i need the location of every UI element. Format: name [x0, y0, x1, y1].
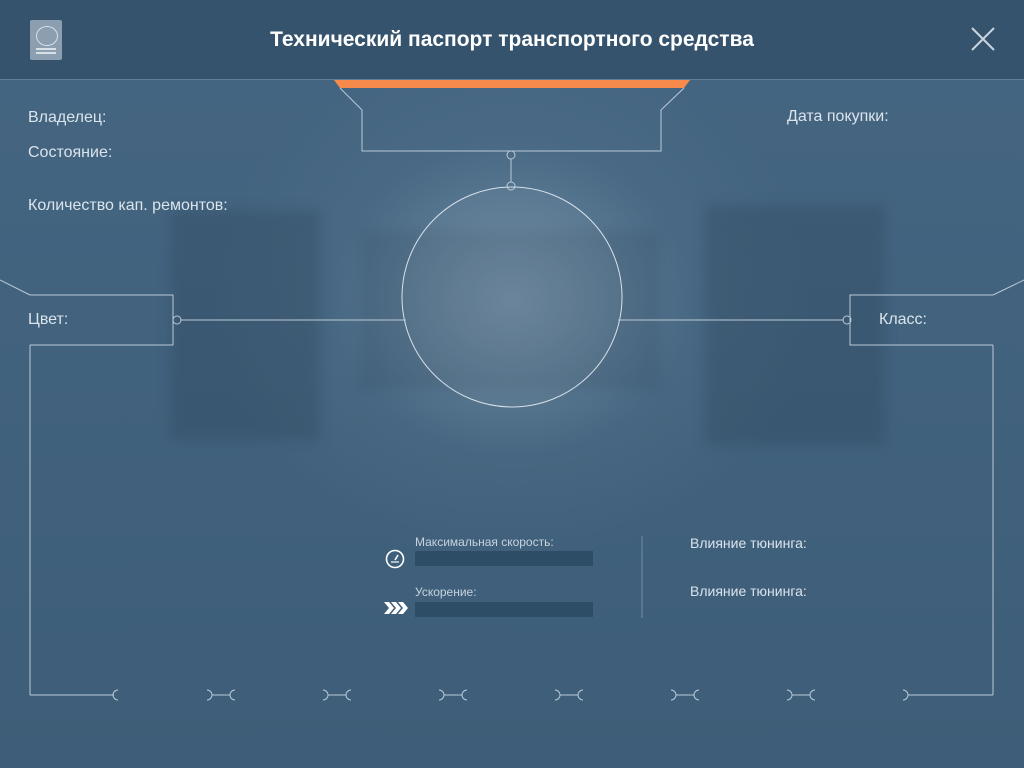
speedometer-icon [385, 549, 405, 574]
condition-label: Состояние: [28, 144, 113, 161]
acceleration-bar [415, 602, 593, 617]
max-speed-label: Максимальная скорость: [415, 535, 554, 549]
color-label: Цвет: [28, 311, 69, 328]
vehicle-photo-circle [401, 186, 623, 408]
class-label: Класс: [879, 311, 927, 328]
acceleration-label: Ускорение: [415, 585, 477, 599]
tuning-acceleration-label: Влияние тюнинга: [690, 583, 807, 599]
tuning-speed-label: Влияние тюнинга: [690, 535, 807, 551]
accent-bar [334, 80, 690, 88]
repairs-count-label: Количество кап. ремонтов: [28, 197, 228, 214]
purchase-date-label: Дата покупки: [787, 108, 889, 125]
chevrons-right-icon [384, 601, 408, 620]
max-speed-bar [415, 551, 593, 566]
owner-label: Владелец: [28, 109, 107, 126]
